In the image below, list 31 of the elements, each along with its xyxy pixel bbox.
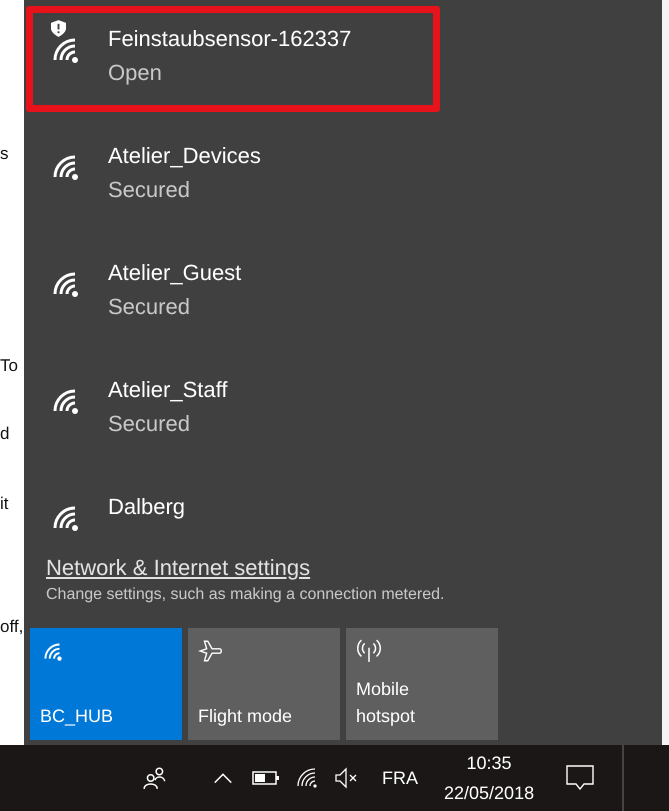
network-name: Dalberg <box>108 493 186 521</box>
battery-icon[interactable] <box>252 770 280 786</box>
network-status: Secured <box>108 176 191 204</box>
input-language[interactable]: FRA <box>382 768 418 788</box>
quick-action-tile[interactable]: BC_HUB <box>30 628 182 740</box>
document-text-fragment: To <box>0 356 19 376</box>
network-item[interactable]: Atelier_Devices Secured <box>24 139 662 256</box>
network-item[interactable]: Feinstaubsensor-162337 Open <box>24 22 662 139</box>
document-text-fragment: s <box>0 144 10 164</box>
notification-icon[interactable] <box>566 765 594 791</box>
document-text-fragment: d <box>0 424 10 444</box>
document-text-fragment: it <box>0 494 10 514</box>
network-status: Secured <box>108 293 191 321</box>
hotspot-antenna-icon <box>356 638 382 664</box>
network-status: Open <box>108 59 163 87</box>
network-item[interactable]: Dalberg <box>24 490 662 537</box>
clock[interactable]: 10:35 22/05/2018 <box>444 748 534 808</box>
network-status: Secured <box>108 410 191 438</box>
quick-action-tile[interactable]: Flight mode <box>188 628 340 740</box>
people-icon[interactable] <box>142 765 168 791</box>
network-item[interactable]: Atelier_Guest Secured <box>24 256 662 373</box>
network-name: Atelier_Devices <box>108 142 261 170</box>
airplane-icon <box>198 638 224 664</box>
network-name: Feinstaubsensor-162337 <box>108 25 352 53</box>
settings-description: Change settings, such as making a connection metered. <box>46 586 446 604</box>
network-name: Atelier_Staff <box>108 376 228 404</box>
quick-action-tile[interactable]: Mobile hotspot <box>346 628 498 740</box>
document-text-fragment: off, <box>0 617 24 637</box>
network-item[interactable]: Atelier_Staff Secured <box>24 373 662 490</box>
settings-link[interactable]: Network & Internet settings <box>46 553 310 583</box>
network-name: Atelier_Guest <box>108 259 242 287</box>
